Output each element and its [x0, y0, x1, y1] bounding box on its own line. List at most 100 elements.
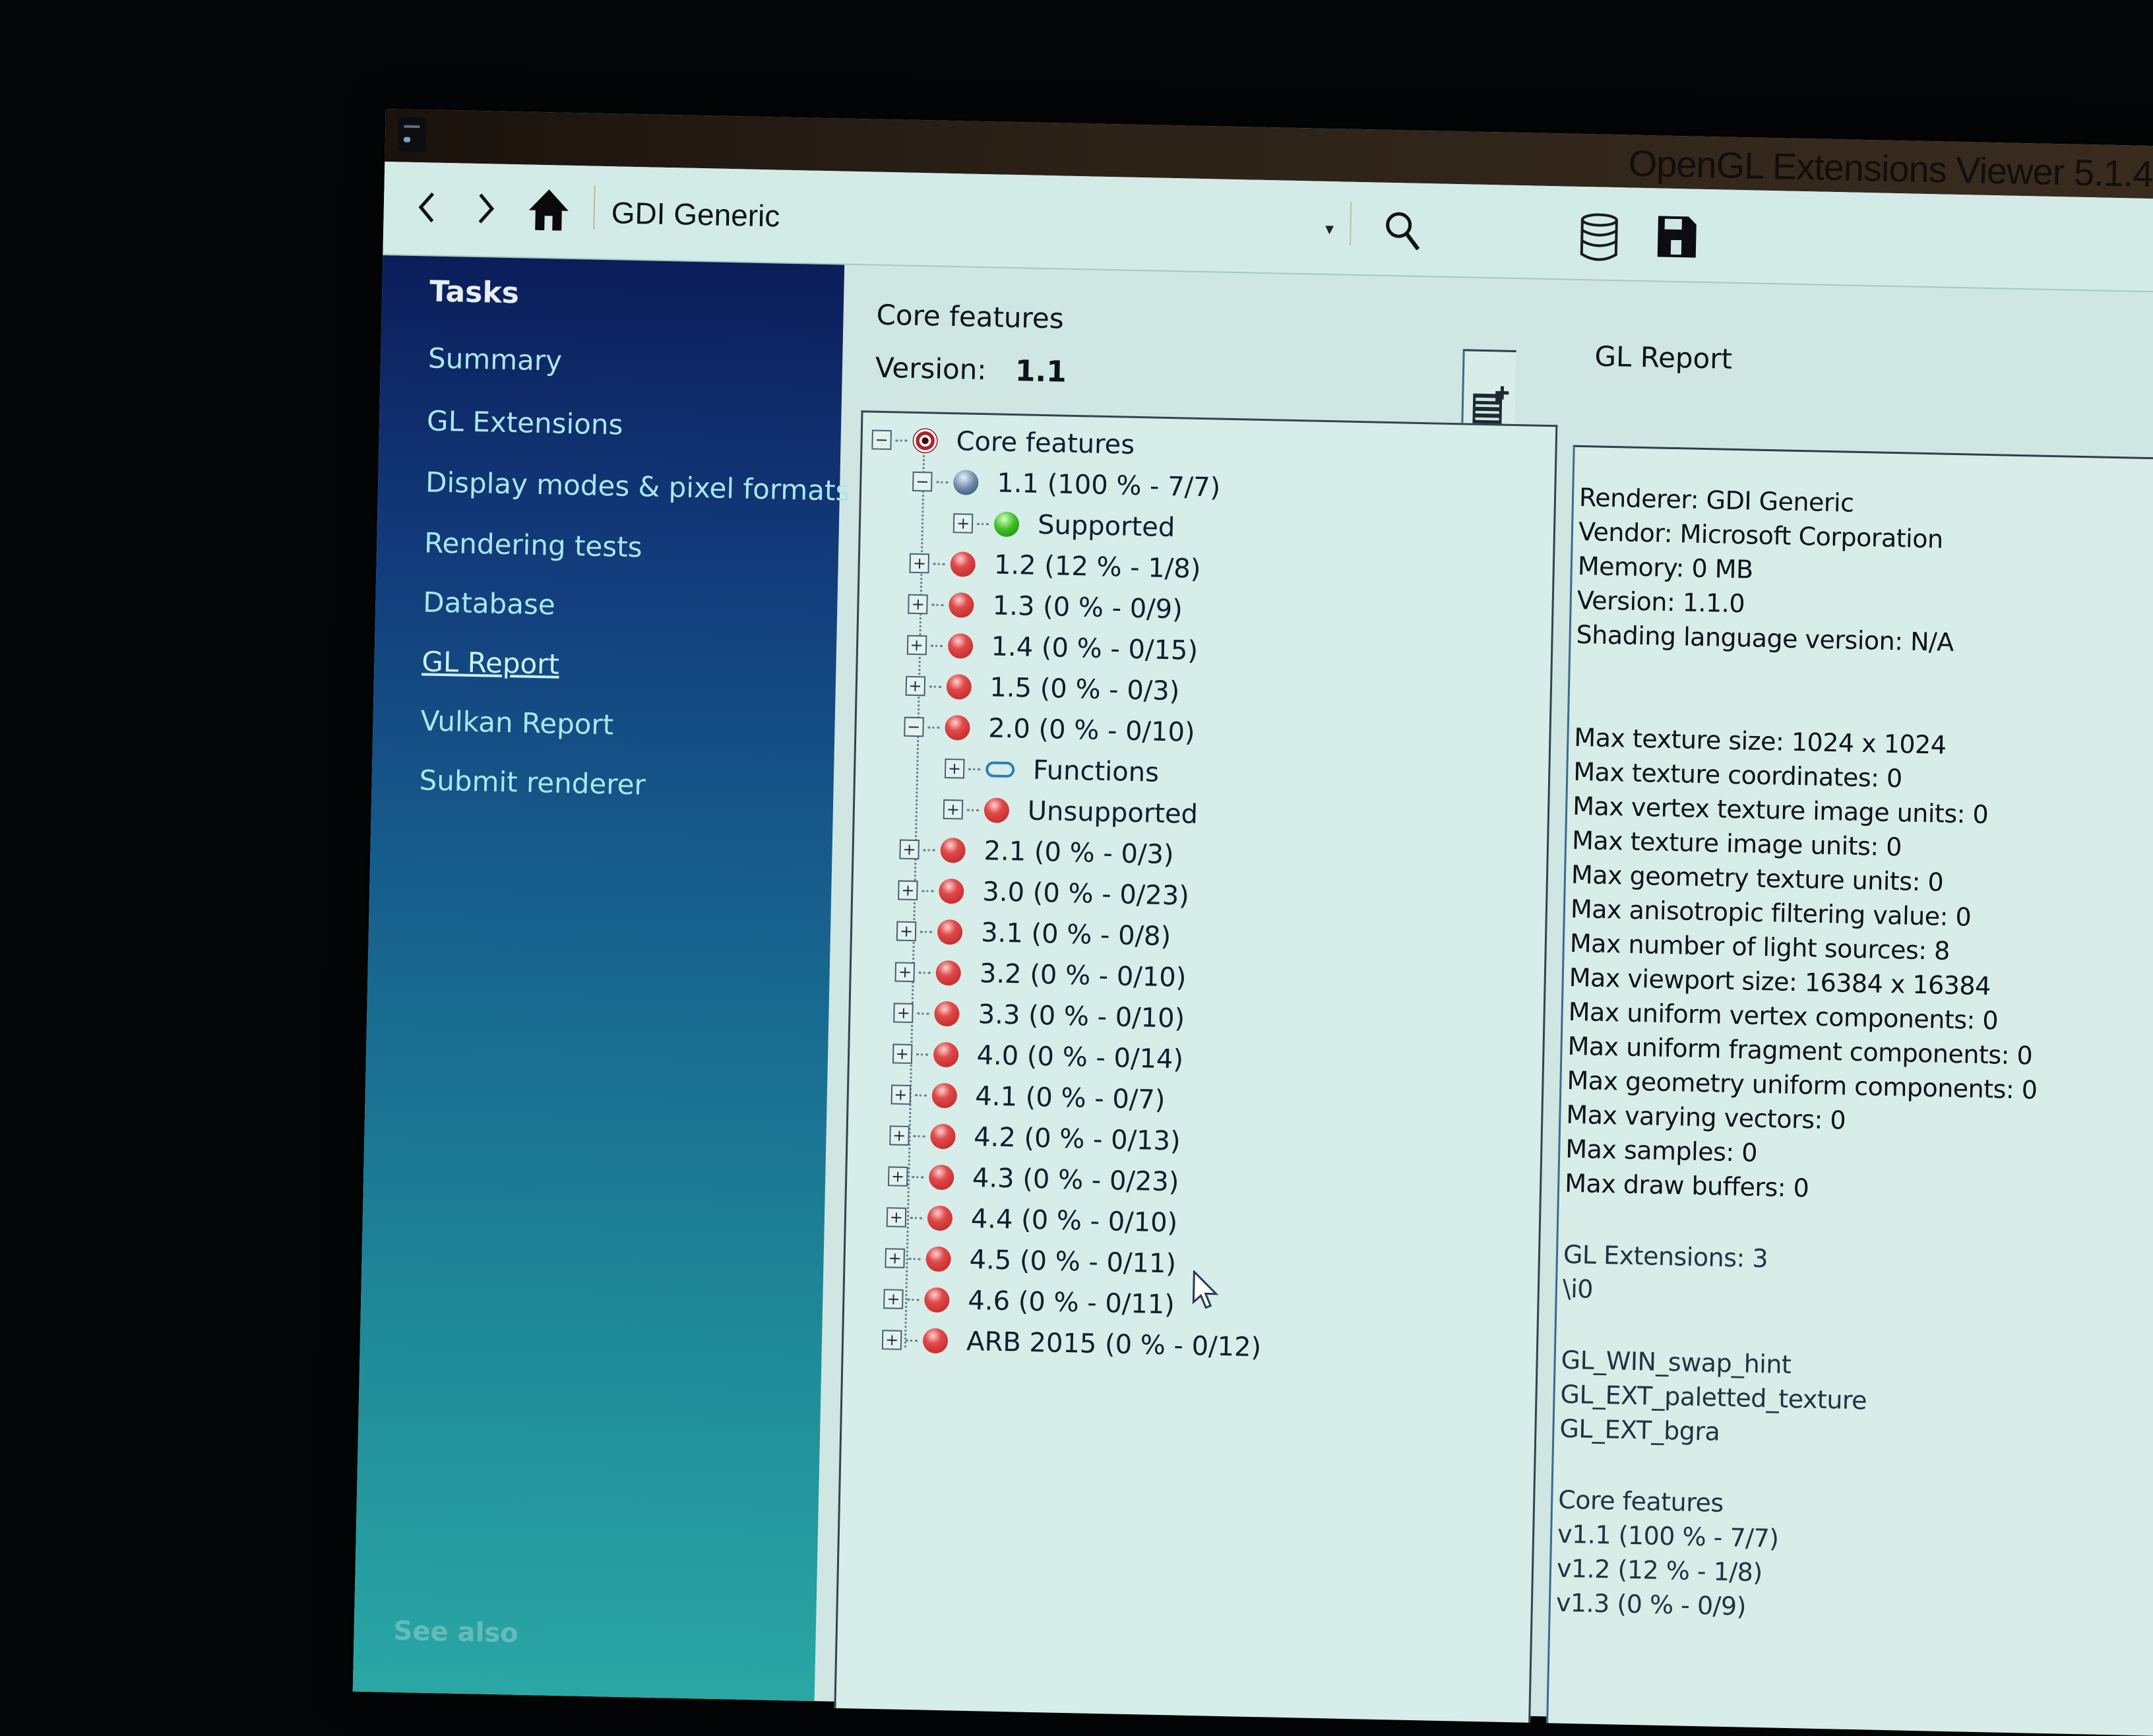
- tree-row[interactable]: +4.6 (0 % - 0/11): [883, 1280, 1175, 1324]
- tree-row[interactable]: +Supported: [953, 504, 1175, 547]
- sidebar-item-gl-report[interactable]: GL Report: [421, 645, 560, 680]
- tree-row[interactable]: +2.1 (0 % - 0/3): [899, 830, 1174, 875]
- tree-row[interactable]: +Functions: [944, 749, 1159, 792]
- tree-connector: [931, 644, 943, 646]
- expand-icon[interactable]: +: [887, 1207, 907, 1227]
- search-button[interactable]: [1383, 209, 1429, 257]
- sidebar-item-gl-extensions[interactable]: GL Extensions: [427, 404, 623, 441]
- expand-icon[interactable]: +: [910, 553, 930, 574]
- expand-icon[interactable]: +: [898, 881, 918, 901]
- tree-row[interactable]: +4.4 (0 % - 0/10): [886, 1198, 1178, 1242]
- floppy-disk-icon: [1656, 214, 1698, 259]
- renderer-dropdown[interactable]: GDI Generic ▼: [611, 186, 1337, 254]
- database-icon: [1577, 213, 1621, 261]
- tree-connector: [967, 809, 979, 811]
- expand-icon[interactable]: +: [885, 1248, 905, 1268]
- expand-icon[interactable]: +: [908, 594, 929, 615]
- chevron-left-icon: [416, 191, 437, 224]
- tree-row[interactable]: +3.1 (0 % - 0/8): [896, 912, 1171, 956]
- expand-icon[interactable]: +: [953, 513, 974, 534]
- tree-row[interactable]: +4.2 (0 % - 0/13): [889, 1116, 1181, 1160]
- tree-row[interactable]: +3.0 (0 % - 0/23): [898, 871, 1190, 915]
- expand-icon[interactable]: +: [888, 1166, 908, 1187]
- functions-icon: [985, 761, 1014, 778]
- collapse-icon[interactable]: −: [871, 430, 892, 450]
- tree-row-label: Unsupported: [1027, 796, 1198, 830]
- unsupported-status-icon: [940, 838, 966, 863]
- tree-row[interactable]: −2.0 (0 % - 0/10): [904, 708, 1196, 752]
- tree-row-label: 4.4 (0 % - 0/10): [970, 1204, 1177, 1239]
- supported-status-icon: [994, 511, 1020, 537]
- back-button[interactable]: [403, 181, 451, 234]
- sidebar-item-rendering-tests[interactable]: Rendering tests: [424, 526, 642, 563]
- expand-icon[interactable]: +: [894, 1003, 914, 1023]
- tree-row-label: 1.3 (0 % - 0/9): [992, 590, 1183, 625]
- sidebar-item-submit-renderer[interactable]: Submit renderer: [419, 764, 646, 801]
- unsupported-status-icon: [937, 919, 963, 945]
- version-label: Version:: [875, 352, 987, 387]
- toolbar-divider: [1350, 202, 1352, 245]
- expand-icon[interactable]: +: [895, 962, 916, 982]
- home-button[interactable]: [525, 183, 573, 236]
- unsupported-status-icon: [936, 960, 962, 986]
- tree-row[interactable]: +3.3 (0 % - 0/10): [893, 993, 1185, 1038]
- section-title: Core features: [876, 299, 1064, 335]
- tree-row[interactable]: +1.5 (0 % - 0/3): [905, 667, 1180, 711]
- sidebar-item-vulkan-report[interactable]: Vulkan Report: [420, 704, 614, 741]
- tree-row[interactable]: −1.1 (100 % - 7/7): [912, 462, 1221, 507]
- tree-row-label: 1.5 (0 % - 0/3): [989, 672, 1180, 706]
- tree-connector: [909, 1257, 921, 1259]
- unsupported-status-icon: [951, 551, 976, 577]
- save-button[interactable]: [1656, 214, 1703, 263]
- core-features-icon: [912, 428, 938, 454]
- tree-row[interactable]: +1.4 (0 % - 0/15): [906, 626, 1199, 670]
- expand-icon[interactable]: +: [945, 759, 965, 779]
- expand-icon[interactable]: +: [896, 921, 917, 941]
- system-menu-icon[interactable]: [398, 117, 427, 152]
- forward-button[interactable]: [462, 181, 510, 235]
- tree-row[interactable]: +3.2 (0 % - 0/10): [894, 952, 1187, 997]
- tree-row[interactable]: +4.3 (0 % - 0/23): [887, 1157, 1179, 1201]
- chevron-down-icon: ▼: [1322, 221, 1336, 238]
- tree-row-label: 3.3 (0 % - 0/10): [978, 999, 1185, 1034]
- tree-row-label: 1.4 (0 % - 0/15): [991, 631, 1198, 666]
- tree-row[interactable]: +4.5 (0 % - 0/11): [885, 1239, 1177, 1283]
- window-title: OpenGL Extensions Viewer 5.1.4: [1628, 141, 2153, 195]
- expand-icon[interactable]: +: [883, 1289, 904, 1309]
- tree-row-label: 3.1 (0 % - 0/8): [981, 917, 1171, 952]
- collapse-icon[interactable]: −: [904, 717, 924, 737]
- sidebar-item-summary[interactable]: Summary: [428, 342, 563, 377]
- expand-icon[interactable]: +: [943, 799, 964, 820]
- expand-icon[interactable]: +: [906, 635, 927, 656]
- tree-connector: [923, 849, 935, 851]
- sidebar-item-database[interactable]: Database: [423, 586, 555, 621]
- core-features-tree[interactable]: −Core features−1.1 (100 % - 7/7)+Support…: [834, 410, 1557, 1723]
- expand-icon[interactable]: +: [899, 840, 920, 860]
- tree-row-label: ARB 2015 (0 % - 0/12): [966, 1326, 1262, 1363]
- sidebar-item-display-modes[interactable]: Display modes & pixel formats: [425, 466, 850, 507]
- expand-icon[interactable]: +: [882, 1330, 902, 1350]
- database-button[interactable]: [1577, 213, 1624, 261]
- unsupported-status-icon: [923, 1328, 949, 1353]
- expand-icon[interactable]: +: [890, 1084, 911, 1105]
- collapse-icon[interactable]: −: [912, 472, 933, 492]
- tree-row[interactable]: +4.0 (0 % - 0/14): [892, 1034, 1184, 1078]
- unsupported-status-icon: [931, 1083, 957, 1109]
- unsupported-status-icon: [929, 1165, 954, 1191]
- tree-row-label: 1.2 (12 % - 1/8): [994, 549, 1201, 584]
- tree-connector: [907, 1298, 919, 1300]
- tree-row[interactable]: +1.2 (12 % - 1/8): [909, 544, 1201, 588]
- tree-row[interactable]: +4.1 (0 % - 0/7): [890, 1075, 1166, 1119]
- unsupported-status-icon: [933, 1042, 958, 1068]
- tree-row[interactable]: +1.3 (0 % - 0/9): [908, 585, 1183, 629]
- expand-icon[interactable]: +: [905, 676, 925, 697]
- tree-connector: [921, 890, 933, 892]
- tree-row[interactable]: + ARB 2015 (0 % - 0/12): [882, 1320, 1262, 1367]
- tree-connector: [910, 1217, 922, 1219]
- tree-row[interactable]: −Core features: [871, 421, 1135, 464]
- search-icon: [1383, 209, 1423, 253]
- gl-report-text[interactable]: Renderer: GDI GenericVendor: Microsoft C…: [1546, 445, 2153, 1736]
- expand-icon[interactable]: +: [889, 1125, 910, 1146]
- expand-icon[interactable]: +: [892, 1043, 912, 1064]
- tree-row[interactable]: + Unsupported: [943, 790, 1198, 834]
